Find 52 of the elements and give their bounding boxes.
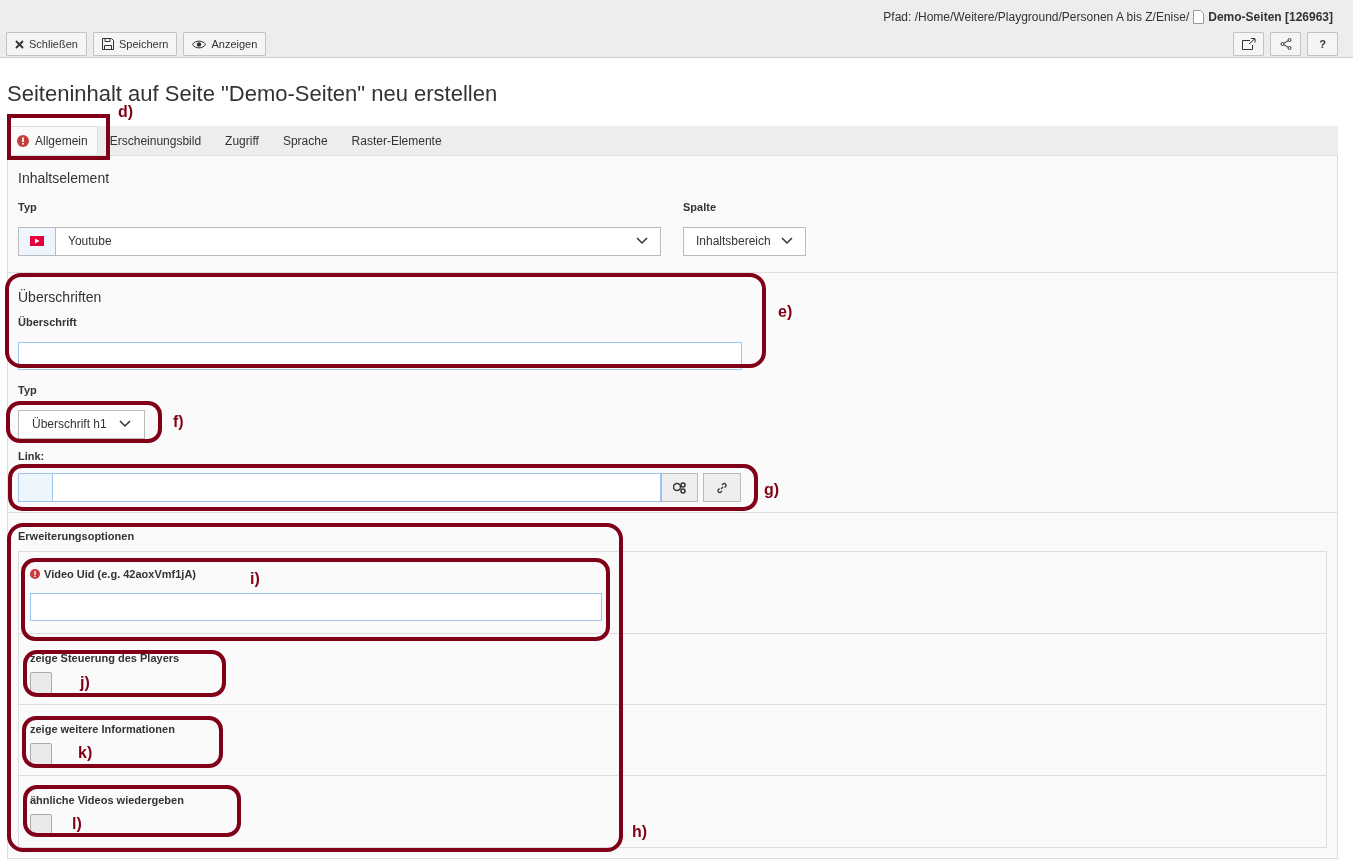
field-label: Typ bbox=[18, 200, 38, 215]
chevron-down-icon bbox=[780, 237, 793, 245]
open-new-window-button[interactable] bbox=[1233, 32, 1264, 56]
annotation-label: i) bbox=[250, 569, 260, 589]
section-heading: Erweiterungsoptionen bbox=[18, 529, 136, 544]
annotation-label: h) bbox=[632, 822, 648, 842]
field-label: Überschrift bbox=[18, 314, 77, 330]
page-title: Demo-Seiten [126963] bbox=[1208, 9, 1333, 26]
eye-icon bbox=[192, 39, 207, 49]
section-heading: Inhaltselement bbox=[18, 169, 111, 188]
header-type-select[interactable]: Überschrift h1 bbox=[18, 409, 145, 439]
annotation-label: l) bbox=[72, 814, 82, 834]
field-label: Link: bbox=[18, 448, 45, 464]
field-label: Video Uid (e.g. 42aoxVmf1jA) bbox=[44, 566, 196, 582]
checkbox-label: zeige weitere Informationen bbox=[30, 721, 176, 737]
video-play-icon bbox=[30, 236, 44, 246]
annotation-label: e) bbox=[778, 302, 793, 322]
view-button[interactable]: Anzeigen bbox=[183, 32, 267, 56]
error-icon bbox=[17, 135, 29, 147]
column-select[interactable]: Inhaltsbereich bbox=[683, 226, 806, 256]
checkbox[interactable] bbox=[30, 743, 52, 765]
field-label: Spalte bbox=[683, 200, 717, 215]
tab[interactable]: Erscheinungsbild bbox=[97, 126, 214, 155]
annotation-label: g) bbox=[764, 480, 780, 500]
save-icon bbox=[101, 38, 114, 50]
annotation-label: k) bbox=[78, 743, 93, 763]
annotation-label: f) bbox=[173, 412, 184, 432]
field-label: Typ bbox=[18, 383, 37, 398]
share-icon bbox=[1279, 38, 1292, 50]
link-input[interactable] bbox=[18, 473, 661, 502]
save-button[interactable]: Speichern bbox=[92, 32, 178, 56]
section-heading: Überschriften bbox=[18, 287, 103, 307]
checkbox-label: zeige Steuerung des Players bbox=[30, 650, 181, 666]
chevron-down-icon bbox=[118, 420, 131, 428]
tab[interactable]: Raster-Elemente bbox=[339, 126, 454, 155]
share-button[interactable] bbox=[1270, 32, 1301, 56]
tab[interactable]: Zugriff bbox=[213, 126, 271, 155]
page-icon bbox=[1193, 10, 1205, 24]
checkbox-label: ähnliche Videos wiedergeben bbox=[30, 792, 185, 808]
link-browser-button[interactable] bbox=[661, 473, 698, 502]
tab[interactable]: Sprache bbox=[270, 126, 340, 155]
link-icon bbox=[716, 481, 728, 494]
external-link-icon bbox=[1241, 38, 1256, 50]
annotation-label: j) bbox=[80, 673, 90, 693]
video-uid-input[interactable] bbox=[30, 593, 602, 621]
checkbox[interactable] bbox=[30, 672, 52, 694]
help-button[interactable]: ? bbox=[1307, 32, 1338, 56]
breadcrumb-path: Pfad: /Home/Weitere/Playground/Personen A bis Z/Enise/ bbox=[883, 9, 1190, 26]
chevron-down-icon bbox=[636, 237, 648, 245]
close-button[interactable]: Schließen bbox=[6, 32, 87, 56]
close-icon bbox=[15, 39, 24, 49]
type-select[interactable]: Youtube bbox=[18, 226, 661, 256]
